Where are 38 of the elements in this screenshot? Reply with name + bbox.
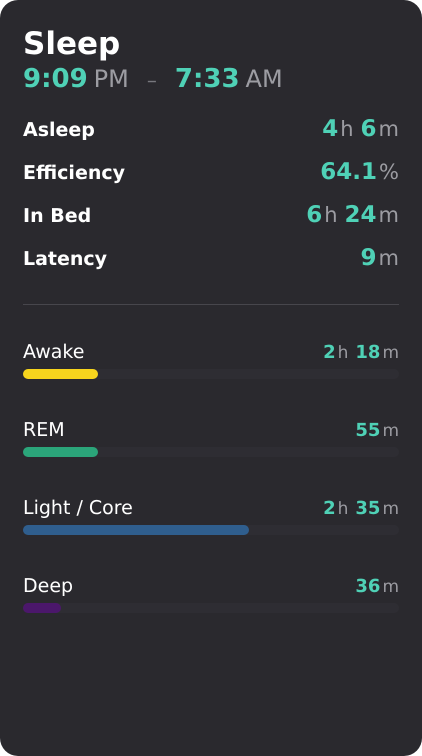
metric-unit: h xyxy=(340,117,354,141)
end-time: 7:33 xyxy=(174,64,240,94)
metric-label: In Bed xyxy=(23,205,92,227)
metric-unit: m xyxy=(378,246,399,270)
stage-label: Deep xyxy=(23,575,74,597)
metric-value: 4 xyxy=(322,116,338,142)
stage-unit: m xyxy=(382,577,399,597)
metric-value: 6 xyxy=(360,116,377,142)
stage-unit: m xyxy=(382,421,399,441)
range-separator: – xyxy=(146,68,157,92)
metric-unit: m xyxy=(378,203,399,227)
stage-unit: h xyxy=(338,343,348,363)
stage-value: 2 xyxy=(323,342,336,363)
metric-unit: m xyxy=(378,117,399,141)
card-title: Sleep xyxy=(23,26,122,62)
metric-unit: h xyxy=(324,203,338,227)
stage-unit: m xyxy=(382,499,399,519)
stage-value: 2 xyxy=(323,498,336,519)
end-period: AM xyxy=(246,65,283,93)
metric-unit: % xyxy=(379,160,399,184)
stage-label: REM xyxy=(23,419,65,441)
metric-value: 24 xyxy=(344,202,377,228)
start-time: 9:09 xyxy=(23,64,88,94)
stage-label: Light / Core xyxy=(23,497,133,519)
stage-value: 55 xyxy=(355,420,380,441)
stage-value: 18 xyxy=(355,342,380,363)
metric-value: 6 xyxy=(306,202,322,228)
metric-value: 9 xyxy=(360,245,377,271)
start-period: PM xyxy=(94,65,129,93)
metric-label: Latency xyxy=(23,248,108,270)
metric-label: Asleep xyxy=(23,119,95,141)
stage-label: Awake xyxy=(23,341,84,363)
stage-value: 36 xyxy=(355,576,380,597)
stage-unit: m xyxy=(382,343,399,363)
metric-value: 64.1 xyxy=(320,159,378,185)
stage-unit: h xyxy=(338,499,348,519)
metric-label: Efficiency xyxy=(23,162,126,184)
stage-value: 35 xyxy=(355,498,380,519)
